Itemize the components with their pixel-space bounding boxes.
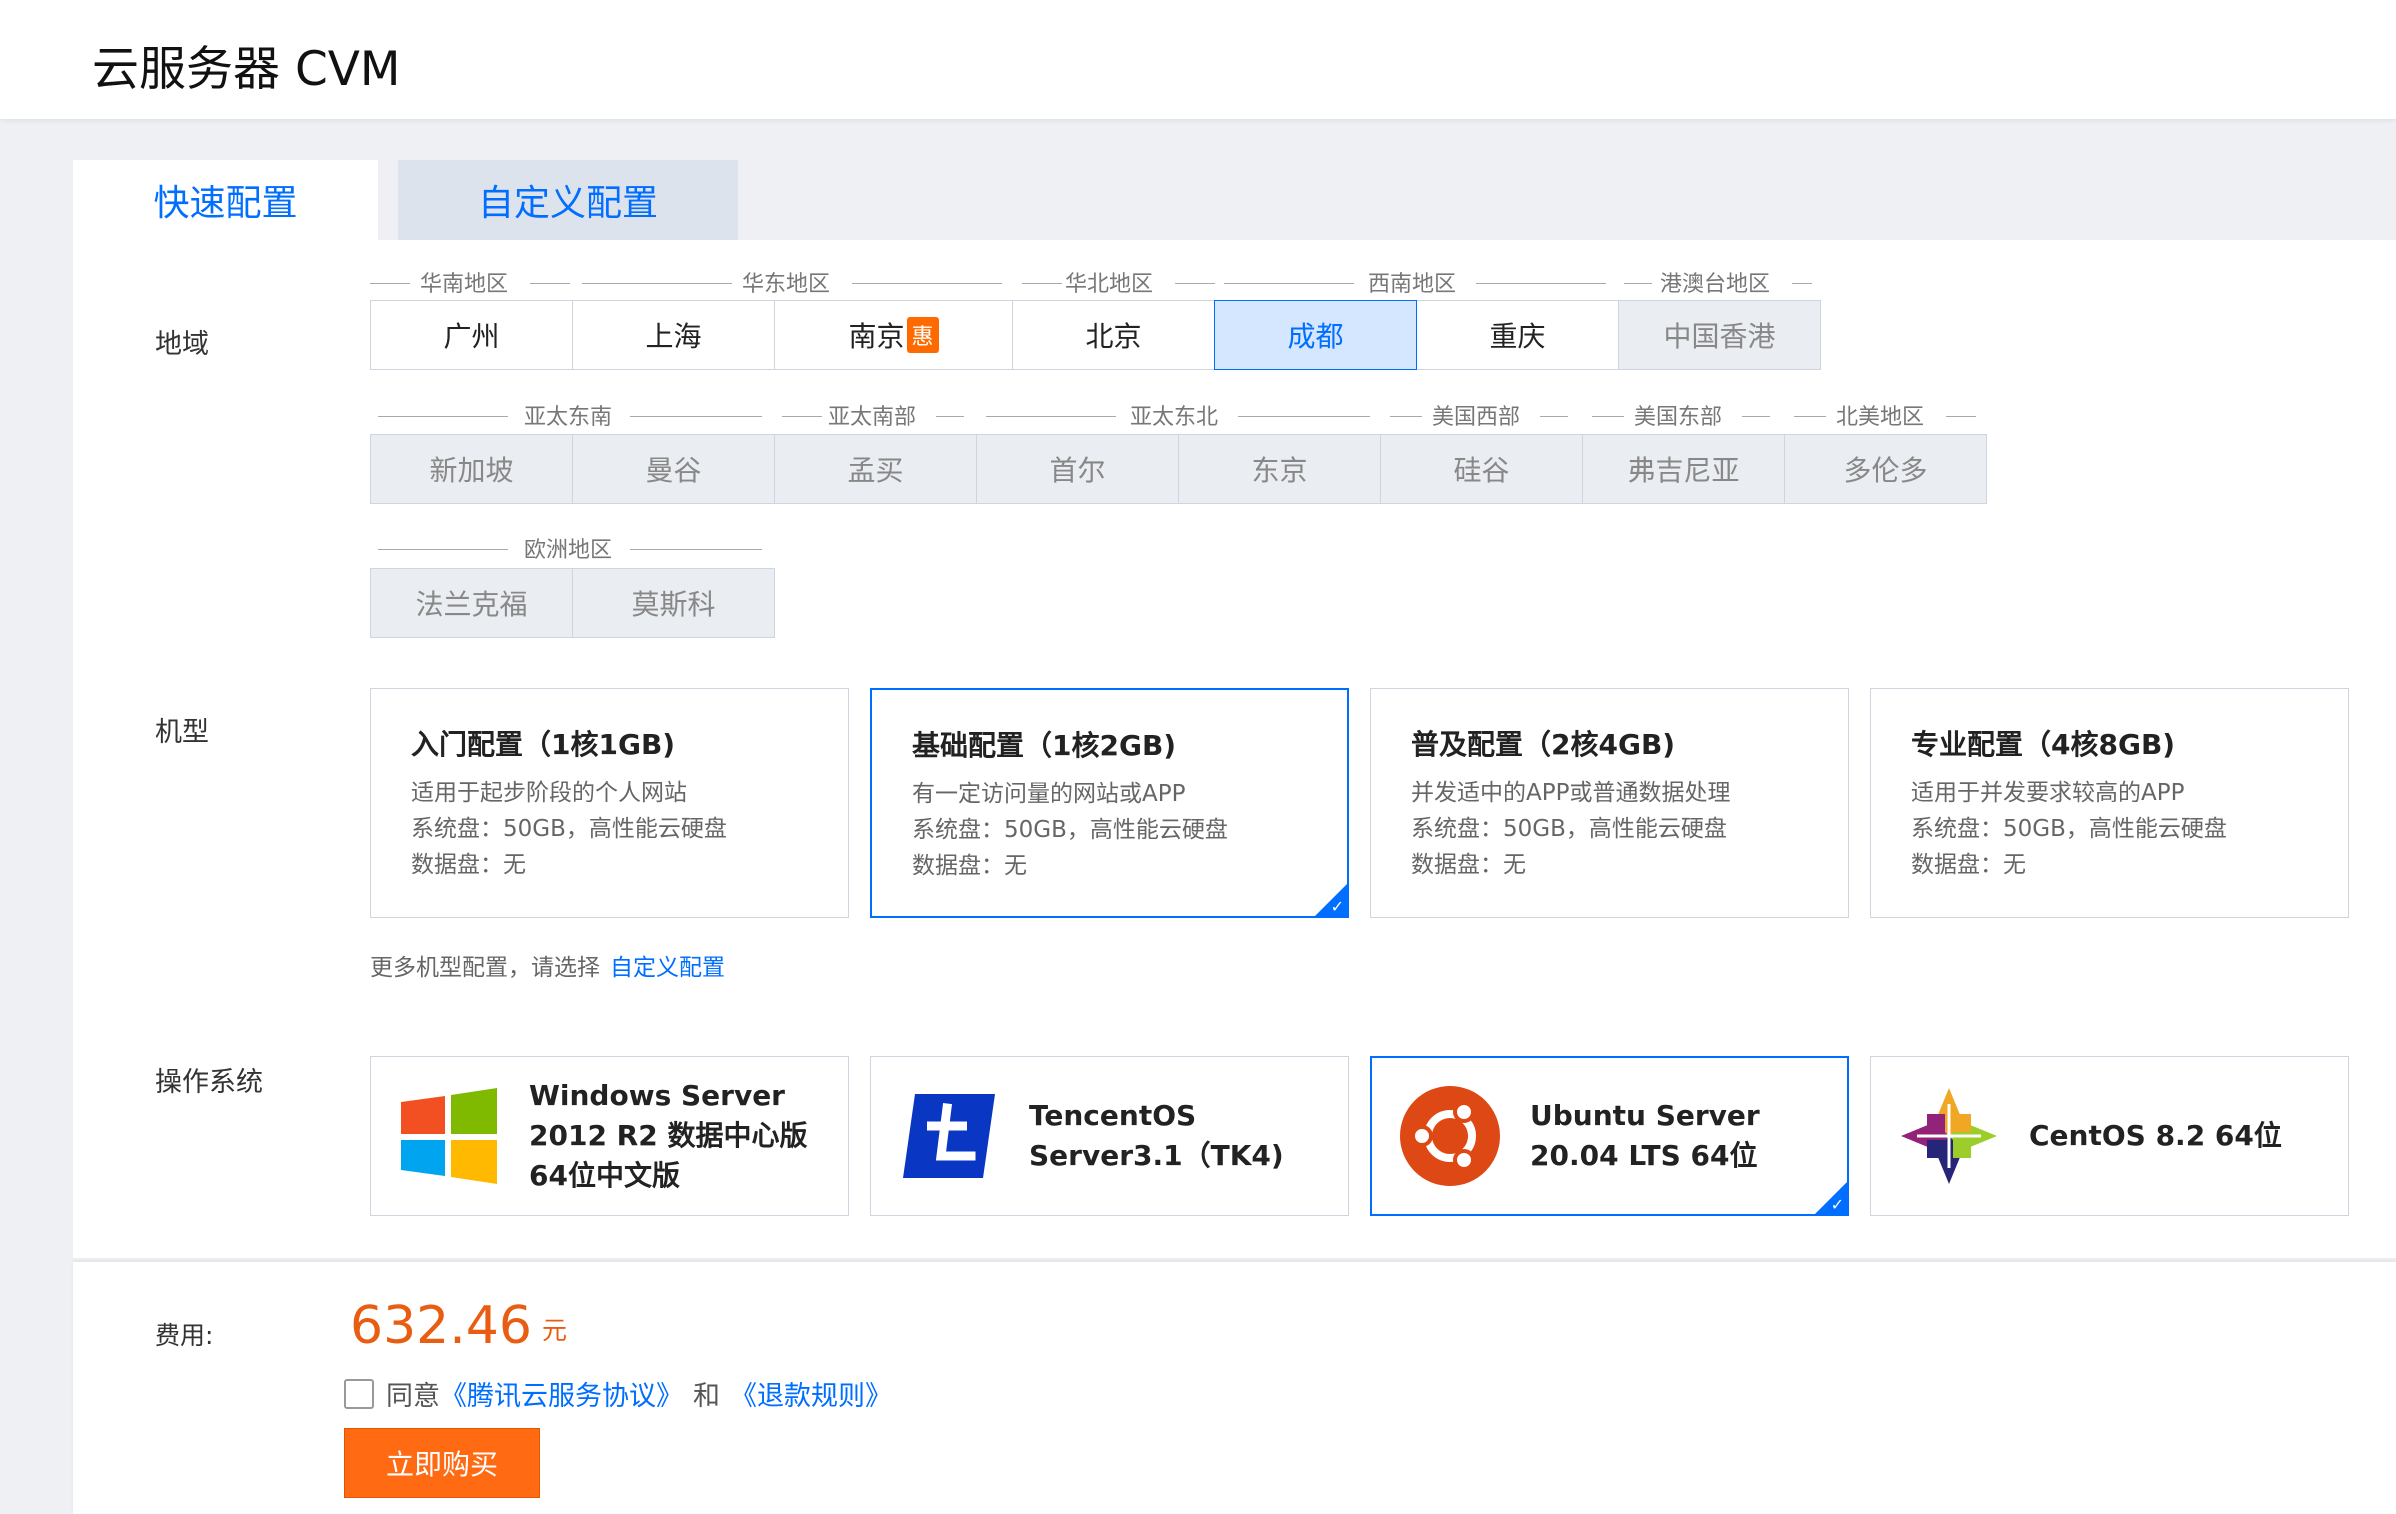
spec-system-disk: 系统盘：50GB，高性能云硬盘 xyxy=(912,817,1228,843)
os-name: Ubuntu Server 20.04 LTS 64位 xyxy=(1530,1099,1760,1172)
top-bar: 云服务器 CVM xyxy=(0,0,2396,119)
spec-card-starter[interactable]: 入门配置（1核1GB) 适用于起步阶段的个人网站 系统盘：50GB，高性能云硬盘… xyxy=(370,688,849,918)
service-agreement-link[interactable]: 《腾讯云服务协议》 xyxy=(440,1374,683,1413)
os-label: 操作系统 xyxy=(155,1067,263,1098)
spec-card-basic[interactable]: 基础配置（1核2GB) 有一定访问量的网站或APP 系统盘：50GB，高性能云硬… xyxy=(870,688,1349,918)
region-moscow[interactable]: 莫斯科 xyxy=(572,568,775,638)
region-guangzhou[interactable]: 广州 xyxy=(370,300,573,370)
region-mumbai[interactable]: 孟买 xyxy=(774,434,977,504)
agree-text: 同意 xyxy=(386,1381,440,1412)
tencentos-logo-icon xyxy=(903,1094,995,1178)
discount-badge: 惠 xyxy=(906,317,939,353)
spec-data-disk: 数据盘：无 xyxy=(1911,852,2026,878)
custom-config-link[interactable]: 自定义配置 xyxy=(610,955,725,981)
spec-system-disk: 系统盘：50GB，高性能云硬盘 xyxy=(1411,816,1727,842)
spec-desc: 并发适中的APP或普通数据处理 xyxy=(1411,780,1731,806)
region-nanjing[interactable]: 南京惠 xyxy=(774,300,1013,370)
region-tokyo[interactable]: 东京 xyxy=(1178,434,1381,504)
region-row-2: 新加坡 曼谷 孟买 首尔 东京 硅谷 弗吉尼亚 多伦多 xyxy=(370,434,1987,504)
region-seoul[interactable]: 首尔 xyxy=(976,434,1179,504)
group-south-china: 华南地区 xyxy=(420,272,509,297)
ubuntu-logo-icon xyxy=(1400,1086,1500,1186)
group-us-west: 美国西部 xyxy=(1432,405,1521,430)
region-hongkong[interactable]: 中国香港 xyxy=(1618,300,1821,370)
check-icon: ✓ xyxy=(1330,897,1344,916)
region-label: 地域 xyxy=(155,329,209,360)
spec-name: 普及配置（2核4GB) xyxy=(1411,728,1676,761)
model-label: 机型 xyxy=(155,717,209,748)
spec-desc: 适用于并发要求较高的APP xyxy=(1911,780,2185,806)
region-chongqing[interactable]: 重庆 xyxy=(1416,300,1619,370)
centos-logo-icon xyxy=(1901,1088,1997,1184)
and-text: 和 xyxy=(693,1381,720,1412)
more-models-hint: 更多机型配置，请选择 自定义配置 xyxy=(370,948,725,982)
spec-name: 专业配置（4核8GB) xyxy=(1911,728,2176,761)
os-card-ubuntu[interactable]: Ubuntu Server 20.04 LTS 64位 ✓ xyxy=(1370,1056,1849,1216)
buy-now-button[interactable]: 立即购买 xyxy=(344,1428,540,1498)
refund-rules-link[interactable]: 《退款规则》 xyxy=(730,1374,892,1413)
agree-checkbox[interactable] xyxy=(344,1378,374,1409)
spec-data-disk: 数据盘：无 xyxy=(1411,852,1526,878)
group-east-china: 华东地区 xyxy=(742,272,831,297)
page-title: 云服务器 CVM xyxy=(92,42,401,97)
group-north-china: 华北地区 xyxy=(1065,272,1154,297)
fee-label: 费用: xyxy=(155,1321,214,1350)
spec-name: 入门配置（1核1GB) xyxy=(411,728,676,761)
spec-data-disk: 数据盘：无 xyxy=(912,853,1027,879)
region-frankfurt[interactable]: 法兰克福 xyxy=(370,568,573,638)
os-name: TencentOS Server3.1（TK4) xyxy=(1029,1099,1284,1172)
group-asia-south: 亚太南部 xyxy=(828,405,917,430)
group-hk-macao-taiwan: 港澳台地区 xyxy=(1660,272,1771,297)
spec-desc: 适用于起步阶段的个人网站 xyxy=(411,780,687,806)
price-value: 632.46 xyxy=(350,1296,532,1356)
spec-card-popular[interactable]: 普及配置（2核4GB) 并发适中的APP或普通数据处理 系统盘：50GB，高性能… xyxy=(1370,688,1849,918)
spec-system-disk: 系统盘：50GB，高性能云硬盘 xyxy=(411,816,727,842)
region-virginia[interactable]: 弗吉尼亚 xyxy=(1582,434,1785,504)
group-southwest-china: 西南地区 xyxy=(1368,272,1457,297)
region-shanghai[interactable]: 上海 xyxy=(572,300,775,370)
region-row-3: 法兰克福 莫斯科 xyxy=(370,568,775,638)
region-toronto[interactable]: 多伦多 xyxy=(1784,434,1987,504)
region-nanjing-label: 南京 xyxy=(848,320,905,353)
region-singapore[interactable]: 新加坡 xyxy=(370,434,573,504)
check-icon: ✓ xyxy=(1830,1195,1844,1214)
spec-desc: 有一定访问量的网站或APP xyxy=(912,781,1186,807)
region-chengdu[interactable]: 成都 xyxy=(1214,300,1417,370)
os-name: Windows Server 2012 R2 数据中心版 64位中文版 xyxy=(529,1079,808,1192)
region-bangkok[interactable]: 曼谷 xyxy=(572,434,775,504)
windows-logo-icon xyxy=(401,1088,497,1184)
group-north-america: 北美地区 xyxy=(1836,405,1925,430)
os-card-tencentos[interactable]: TencentOS Server3.1（TK4) xyxy=(870,1056,1349,1216)
spec-system-disk: 系统盘：50GB，高性能云硬盘 xyxy=(1911,816,2227,842)
spec-card-professional[interactable]: 专业配置（4核8GB) 适用于并发要求较高的APP 系统盘：50GB，高性能云硬… xyxy=(1870,688,2349,918)
price-unit: 元 xyxy=(541,1316,567,1345)
agreement-row: 同意 《腾讯云服务协议》 和 《退款规则》 xyxy=(344,1374,892,1413)
os-card-windows[interactable]: Windows Server 2012 R2 数据中心版 64位中文版 xyxy=(370,1056,849,1216)
spec-name: 基础配置（1核2GB) xyxy=(912,729,1177,762)
more-models-text: 更多机型配置，请选择 xyxy=(370,955,600,981)
region-silicon-valley[interactable]: 硅谷 xyxy=(1380,434,1583,504)
group-us-east: 美国东部 xyxy=(1634,405,1723,430)
group-asia-northeast: 亚太东北 xyxy=(1130,405,1219,430)
group-europe: 欧洲地区 xyxy=(524,538,613,563)
group-asia-southeast: 亚太东南 xyxy=(524,405,613,430)
tab-custom-config[interactable]: 自定义配置 xyxy=(398,160,738,240)
region-beijing[interactable]: 北京 xyxy=(1012,300,1215,370)
os-name: CentOS 8.2 64位 xyxy=(2029,1119,2282,1152)
tab-quick-config[interactable]: 快速配置 xyxy=(73,160,378,240)
os-card-centos[interactable]: CentOS 8.2 64位 xyxy=(1870,1056,2349,1216)
region-row-1: 广州 上海 南京惠 北京 成都 重庆 中国香港 xyxy=(370,300,1821,370)
price: 632.46 元 xyxy=(350,1296,567,1356)
spec-data-disk: 数据盘：无 xyxy=(411,852,526,878)
